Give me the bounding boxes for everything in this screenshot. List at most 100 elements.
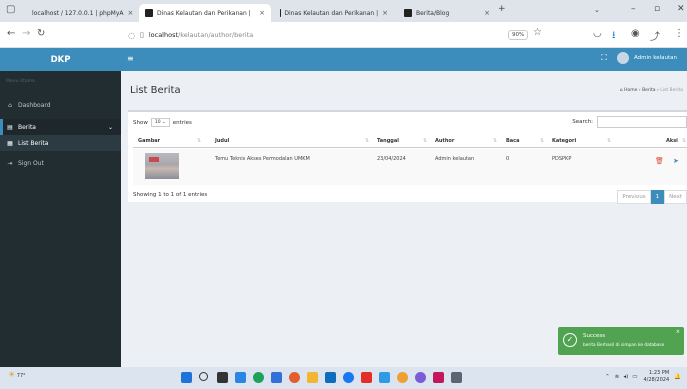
clock[interactable]: 1:23 PM 4/28/2024: [644, 370, 670, 384]
back-icon[interactable]: ←: [7, 28, 15, 39]
column-kategori[interactable]: Kategori: [552, 138, 576, 144]
sidebar-item-dashboard[interactable]: ⌂ Dashboard: [0, 97, 121, 113]
list-icon: ▦: [7, 139, 13, 147]
sort-icon[interactable]: ⇅: [423, 138, 427, 144]
notification-bell-icon[interactable]: 🔔: [674, 374, 681, 380]
content-area: List Berita ⌂ Home › Berita › List Berit…: [121, 71, 687, 367]
tray-chevron-icon[interactable]: ⌃: [605, 374, 610, 380]
address-bar[interactable]: ◌ ▯ localhost/kelautan/author/berita: [128, 26, 548, 44]
terminal-icon[interactable]: [451, 372, 462, 383]
column-tanggal[interactable]: Tanggal: [377, 138, 399, 144]
messenger-icon[interactable]: [415, 372, 426, 383]
task-view-icon[interactable]: [217, 372, 228, 383]
sort-icon[interactable]: ⇅: [682, 138, 686, 144]
bookmark-star-icon[interactable]: ☆: [533, 27, 542, 38]
sidebar-item-label: List Berita: [18, 139, 49, 147]
tab-phpmyadmin[interactable]: localhost / 127.0.0.1 | phpMyA ×: [22, 4, 136, 22]
page-title: List Berita: [130, 85, 181, 96]
tab-berita-blog[interactable]: Berita/Blog ×: [398, 4, 496, 22]
page-size-control: Show 10 ⌄ entries: [133, 118, 192, 127]
column-gambar[interactable]: Gambar: [138, 138, 160, 144]
notification-icon[interactable]: ⛶: [601, 53, 607, 63]
search-control: Search:: [572, 116, 687, 128]
breadcrumb-berita[interactable]: Berita: [642, 88, 655, 93]
photos-icon[interactable]: [433, 372, 444, 383]
close-icon[interactable]: ×: [123, 9, 133, 17]
maximize-icon[interactable]: ▫: [654, 4, 660, 14]
close-icon[interactable]: ×: [255, 9, 265, 17]
store-icon[interactable]: [325, 372, 336, 383]
new-tab-button[interactable]: +: [498, 4, 506, 14]
volume-icon[interactable]: ◂): [623, 374, 628, 380]
account-icon[interactable]: ◉: [631, 28, 640, 39]
close-icon[interactable]: ×: [378, 9, 388, 17]
next-button[interactable]: Next: [664, 190, 687, 204]
tab-dinas-kelautan[interactable]: Dinas Kelautan dan Perikanan | ×: [139, 4, 271, 22]
minimize-icon[interactable]: –: [631, 4, 636, 14]
search-input[interactable]: [597, 116, 687, 128]
file-explorer-icon[interactable]: [307, 372, 318, 383]
toast-message: berita Berhasil di simpan ke database: [583, 343, 665, 348]
sort-icon[interactable]: ⇅: [540, 138, 544, 144]
toast-title: Success: [583, 333, 606, 339]
facebook-icon[interactable]: [343, 372, 354, 383]
menu-icon[interactable]: ⋮: [674, 28, 684, 39]
browser-tab-bar: ▢ localhost / 127.0.0.1 | phpMyA × Dinas…: [0, 0, 687, 22]
vscode-icon[interactable]: [271, 372, 282, 383]
reload-icon[interactable]: ↻: [37, 28, 45, 39]
page-1-button[interactable]: 1: [650, 190, 665, 204]
sidebar-item-list-berita[interactable]: ▦ List Berita: [0, 135, 121, 151]
show-label: Show: [133, 119, 148, 126]
tab-label: Dinas Kelautan dan Perikanan |: [157, 9, 251, 17]
delete-icon[interactable]: 🗑: [655, 157, 664, 165]
breadcrumb-home[interactable]: Home: [624, 88, 637, 93]
close-window-icon[interactable]: ✕: [677, 4, 685, 14]
page-size-select[interactable]: 10 ⌄: [150, 118, 170, 127]
firefox-icon[interactable]: [289, 372, 300, 383]
weather-widget[interactable]: ☀ 77°: [8, 370, 26, 379]
system-tray: ⌃ ≋ ◂) ▭ 1:23 PM 4/28/2024 🔔: [605, 370, 681, 384]
youtube-icon[interactable]: [361, 372, 372, 383]
tab-list-chevron-icon[interactable]: ⌄: [594, 6, 600, 14]
forward-icon[interactable]: →: [22, 28, 30, 39]
pocket-icon[interactable]: ◡: [593, 28, 602, 39]
entries-label: entries: [172, 119, 192, 126]
success-toast: ✓ Success berita Berhasil di simpan ke d…: [558, 327, 684, 355]
tab-dinas-kelautan-2[interactable]: Dinas Kelautan dan Perikanan | ×: [274, 4, 394, 22]
chrome-icon[interactable]: [397, 372, 408, 383]
sort-icon[interactable]: ⇅: [365, 138, 369, 144]
sort-icon[interactable]: ⇅: [607, 138, 611, 144]
sort-icon[interactable]: ⇅: [197, 138, 201, 144]
column-baca[interactable]: Baca: [506, 138, 520, 144]
column-aksi: Aksi: [666, 138, 678, 144]
column-author[interactable]: Author: [435, 138, 454, 144]
site-icon: [145, 9, 153, 17]
sidebar-item-sign-out[interactable]: ⇥ Sign Out: [0, 155, 121, 171]
user-menu[interactable]: ⛶ Admin kelautan: [601, 52, 677, 64]
download-icon[interactable]: ⭳: [612, 28, 616, 45]
close-icon[interactable]: ×: [480, 9, 490, 17]
sort-icon[interactable]: ⇅: [493, 138, 497, 144]
sidebar-item-berita[interactable]: ▤ Berita ⌄: [0, 119, 121, 135]
battery-icon[interactable]: ▭: [632, 374, 637, 380]
widgets-icon[interactable]: [235, 372, 246, 383]
extensions-icon[interactable]: ⤴: [650, 28, 660, 43]
news-icon: ▤: [7, 123, 13, 131]
toast-close-button[interactable]: ×: [676, 329, 680, 335]
search-icon[interactable]: [199, 372, 208, 381]
app-brand[interactable]: DKP: [0, 48, 121, 71]
sidebar-toggle-icon[interactable]: ≡: [127, 54, 134, 63]
chevron-down-icon: ⌄: [107, 123, 113, 131]
previous-button[interactable]: Previous: [617, 190, 651, 204]
mail-icon[interactable]: [379, 372, 390, 383]
start-icon[interactable]: [181, 372, 192, 383]
wifi-icon[interactable]: ≋: [615, 374, 620, 380]
column-judul[interactable]: Judul: [215, 138, 229, 144]
edge-icon[interactable]: [253, 372, 264, 383]
weather-icon: ☀: [8, 370, 16, 379]
url-host: localhost: [148, 31, 179, 39]
send-icon[interactable]: ➤: [673, 157, 679, 165]
tab-actions-icon[interactable]: ▢: [6, 4, 15, 15]
zoom-level[interactable]: 90%: [508, 30, 529, 40]
tab-label: Dinas Kelautan dan Perikanan |: [284, 9, 379, 17]
